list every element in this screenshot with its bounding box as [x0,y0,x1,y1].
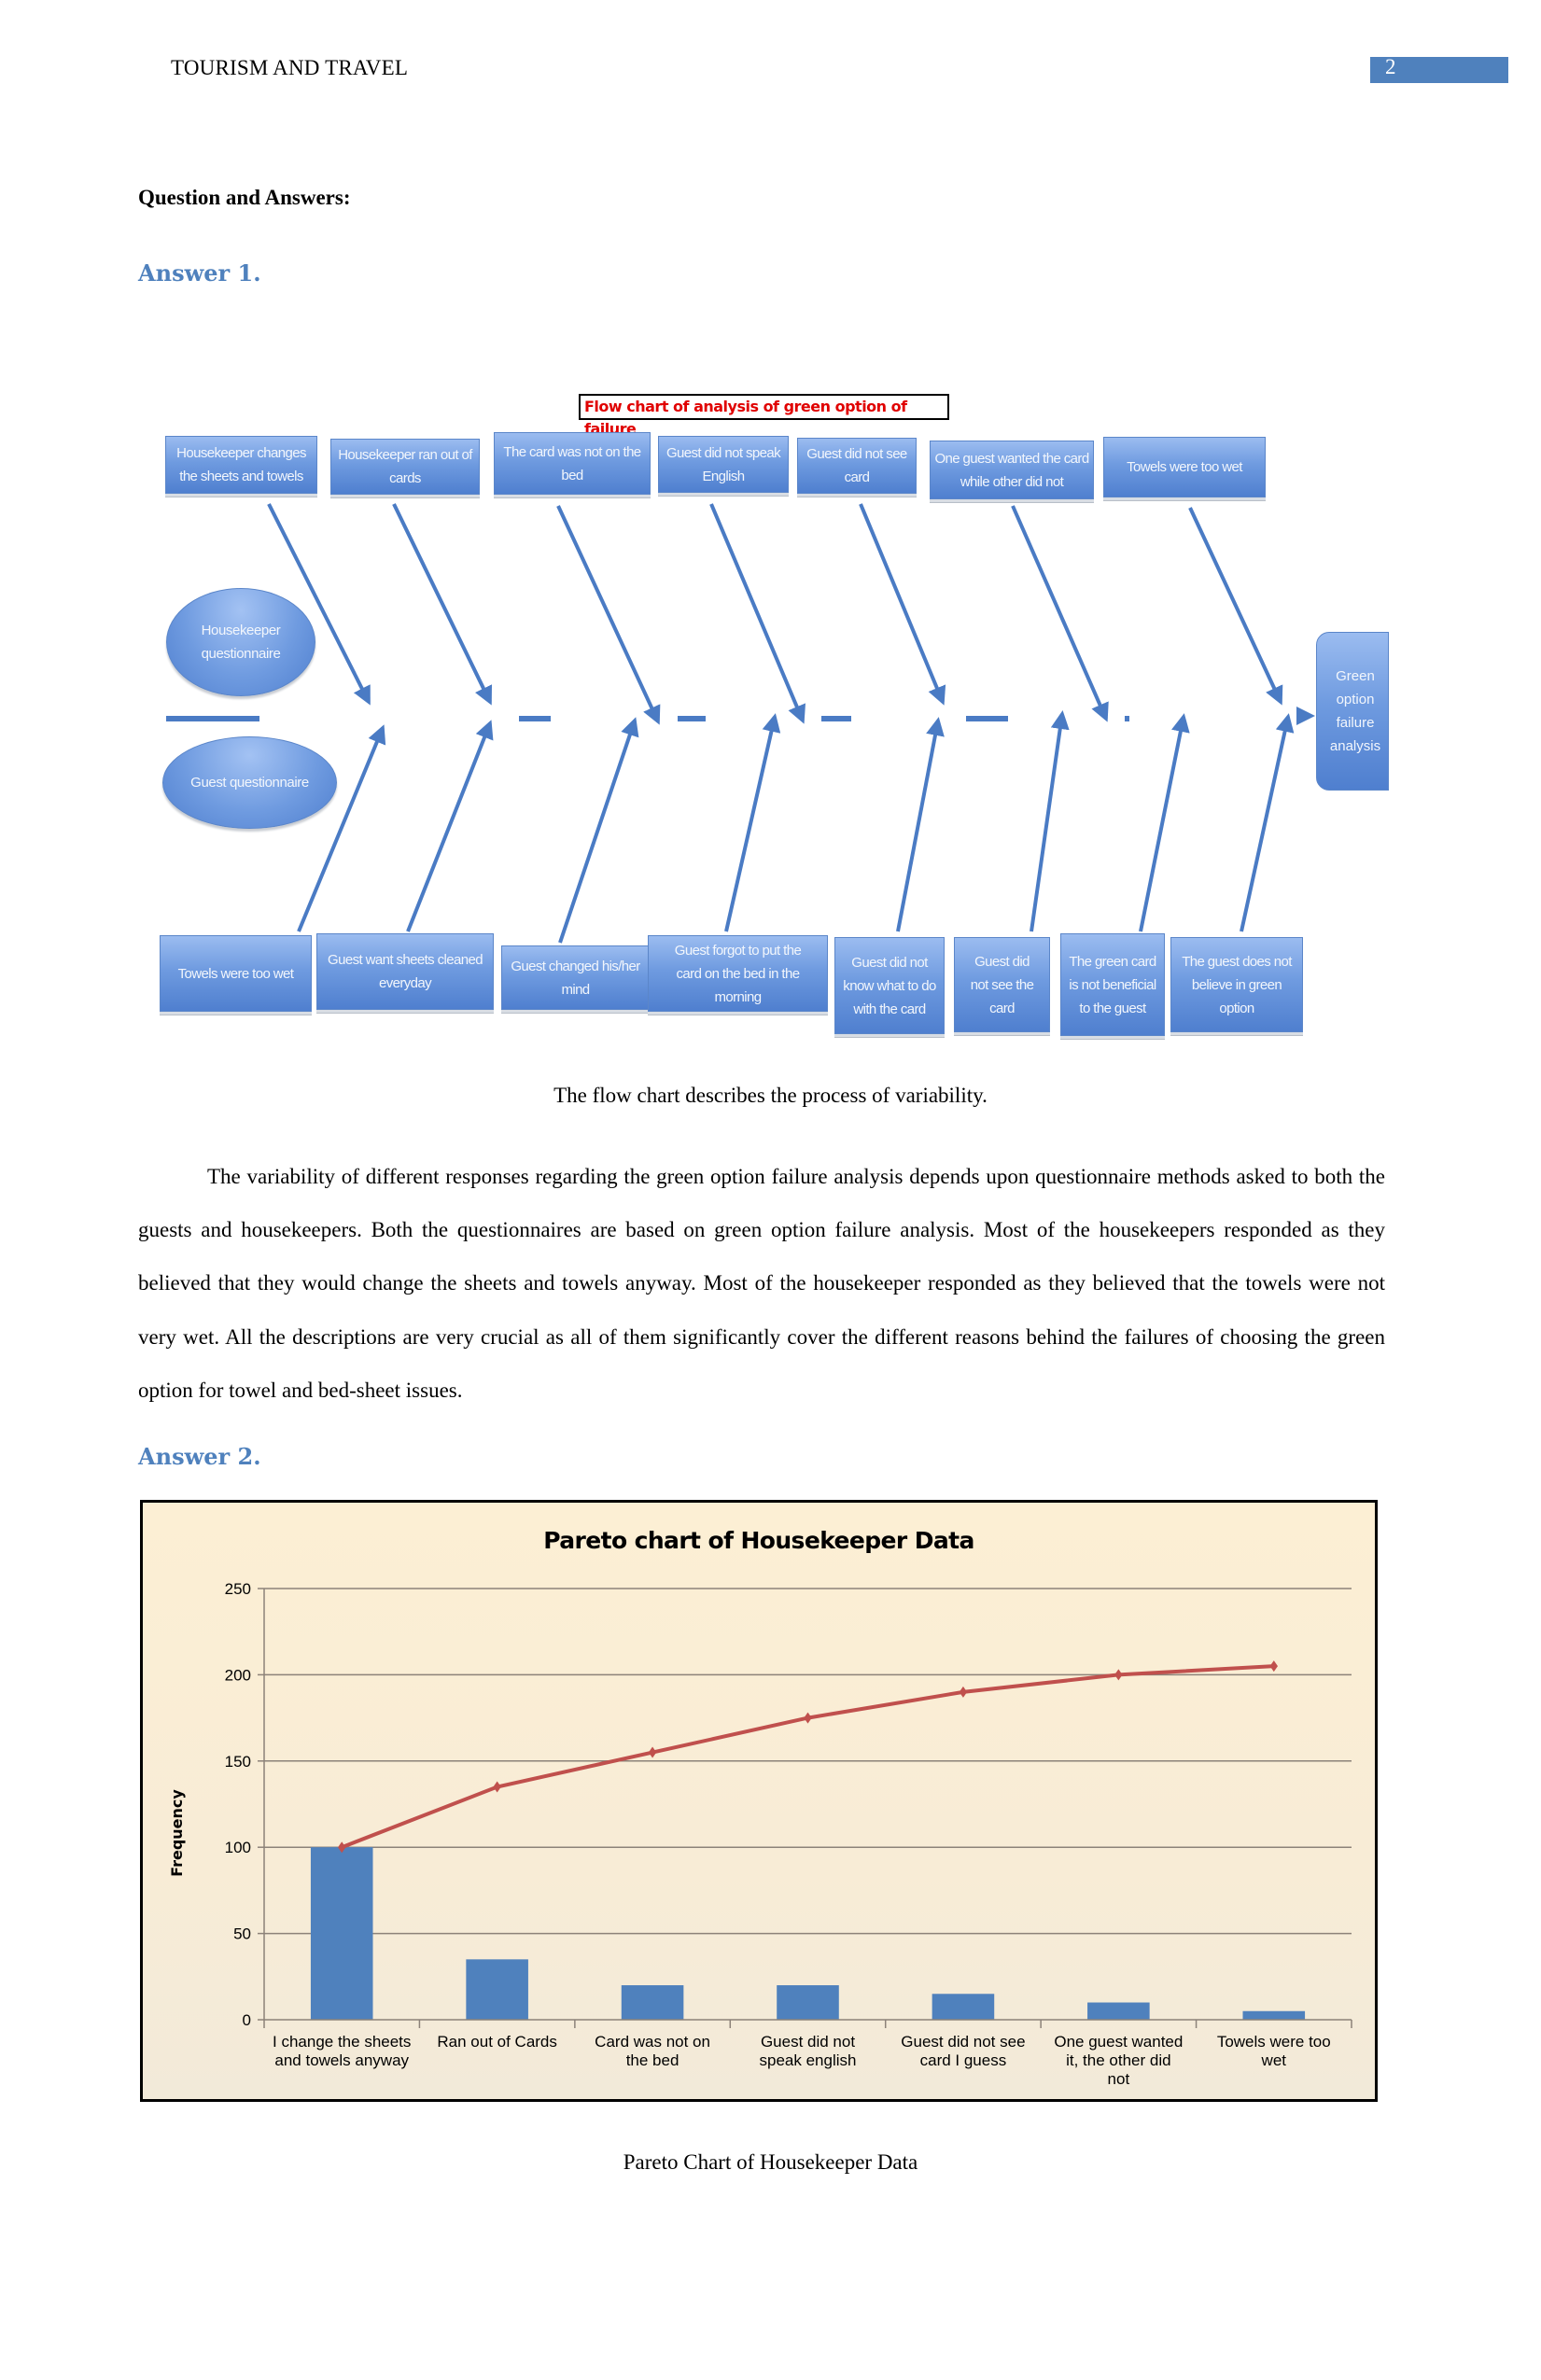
bar-6 [1087,2002,1150,2020]
bar-4 [777,1985,839,2020]
x-category-label: I change the sheets and towels anyway [273,2033,411,2069]
cause-arrow-bottom [406,720,494,932]
bar-7 [1242,2010,1306,2020]
cause-arrow-top [1188,507,1283,706]
cumulative-point-7 [1269,1660,1278,1673]
chart-caption: Pareto Chart of Housekeeper Data [623,2150,918,2174]
cumulative-point-2 [493,1781,501,1793]
bar-5 [932,1994,995,2020]
cause-arrow-bottom [1030,710,1070,932]
cause-arrow-bottom [724,713,781,932]
y-tick-label: 250 [225,1580,251,1598]
y-tick-label: 200 [225,1666,251,1684]
x-category-label: Guest did not speak english [760,2033,857,2069]
cumulative-line [341,1664,1274,1850]
effect-box: Green option failure analysis [1316,632,1389,791]
cumulative-point-3 [648,1746,657,1758]
source-ellipse-guest: Guest questionnaire [162,736,337,829]
cause-arrow-bottom [896,717,945,932]
cumulative-point-6 [1114,1669,1123,1681]
cause-box-top-1: Housekeeper changes the sheets and towel… [165,436,317,494]
cause-box-top-4: Guest did not speak English [658,436,789,493]
x-category-label: One guest wanted it, the other did not [1054,2033,1183,2088]
cause-box-bottom-3: Guest changed his/her mind [501,945,650,1010]
cause-box-top-2: Housekeeper ran out of cards [330,439,480,495]
cause-arrow-top [556,505,661,725]
fishbone-arrows [166,503,1315,944]
cause-box-bottom-6: Guest did not see the card [954,937,1050,1032]
bar-1 [310,1847,373,2020]
cause-arrow-bottom [1139,713,1190,932]
cause-arrow-top [1011,505,1109,722]
y-tick-label: 150 [225,1753,251,1771]
cause-box-bottom-1: Towels were too wet [160,935,312,1012]
cause-box-bottom-7: The green card is not beneficial to the … [1060,933,1165,1036]
x-category-label: Towels were too wet [1217,2033,1331,2069]
cause-box-top-7: Towels were too wet [1103,437,1266,497]
cause-arrow-bottom [1240,713,1295,932]
x-category-label: Ran out of Cards [437,2033,557,2051]
bar-3 [621,1985,684,2020]
answer-2-heading: Answer 2. [138,1443,261,1470]
body-paragraph: The variability of different responses r… [138,1165,1385,1402]
x-category-label: Guest did not see card I guess [901,2033,1025,2069]
x-category-label: Card was not on the bed [595,2033,710,2069]
cumulative-point-4 [804,1712,812,1724]
cause-arrow-top [392,503,493,706]
source-ellipse-housekeeper: Housekeeper questionnaire [166,588,315,696]
flowchart-title: Flow chart of analysis of green option o… [579,394,949,438]
cause-box-top-5: Guest did not see card [797,438,917,494]
cause-box-bottom-2: Guest want sheets cleaned everyday [316,933,494,1010]
y-tick-label: 100 [225,1839,251,1856]
y-tick-label: 0 [243,2011,251,2029]
cause-box-top-3: The card was not on the bed [494,432,651,495]
y-tick-label: 50 [233,1925,251,1943]
cause-box-bottom-4: Guest forgot to put the card on the bed … [648,935,828,1012]
cumulative-point-5 [959,1686,968,1698]
cause-box-bottom-5: Guest did not know what to do with the c… [834,937,945,1034]
cause-arrow-top [859,503,946,706]
y-axis-label: Frequency [168,1789,186,1877]
cause-arrow-bottom [558,717,639,944]
flowchart-caption: The flow chart describes the process of … [553,1084,988,1107]
bar-2 [466,1959,528,2020]
cause-box-bottom-8: The guest does not believe in green opti… [1170,937,1303,1032]
pareto-chart: 0 50 100 150 200 250 I change the sheets and to… [168,1580,1352,2088]
cause-box-top-6: One guest wanted the card while other di… [930,441,1094,499]
cause-arrow-top [709,503,806,724]
